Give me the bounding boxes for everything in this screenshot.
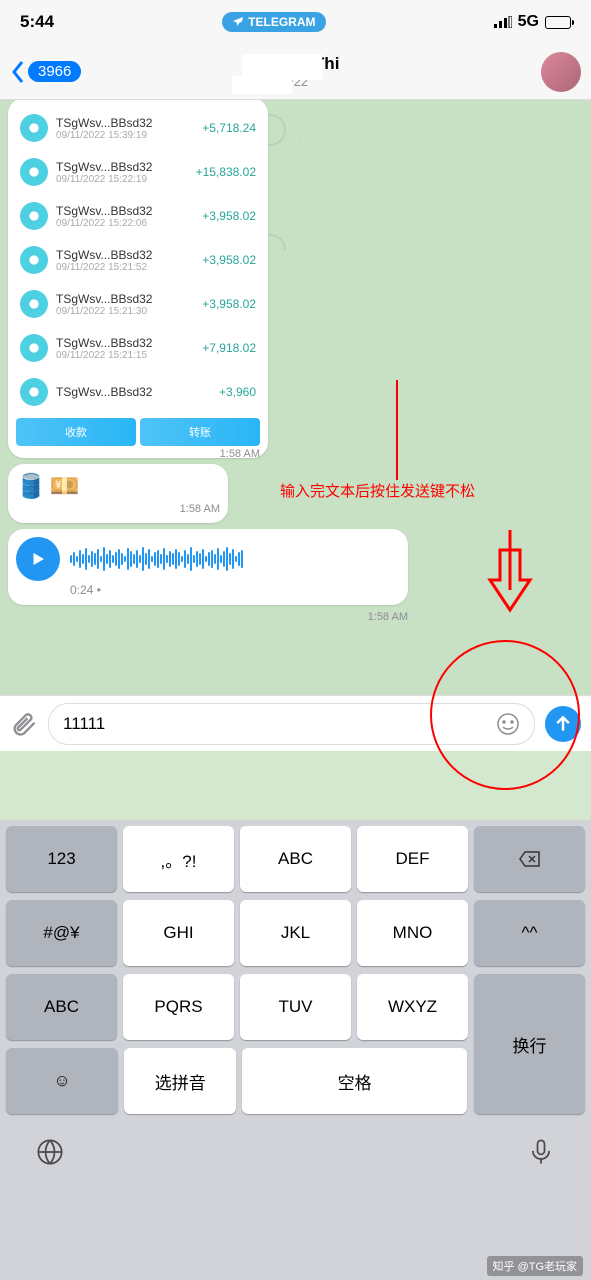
transaction-row[interactable]: TSgWsv...BBsd3209/11/2022 15:21:30+3,958… [16, 282, 260, 326]
status-bar: 5:44 TELEGRAM 5G [0, 0, 591, 44]
voice-message[interactable]: 0:24 • [8, 529, 408, 605]
app-pill: TELEGRAM [222, 12, 325, 32]
transaction-row[interactable]: TSgWsv...BBsd3209/11/2022 15:22:19+15,83… [16, 150, 260, 194]
attach-icon[interactable] [10, 710, 38, 738]
key-ghi[interactable]: GHI [123, 900, 234, 966]
key-space[interactable]: 空格 [242, 1048, 466, 1114]
signal: 5G [494, 13, 571, 31]
emoji-message[interactable]: 🛢️ 💴 1:58 AM [8, 464, 228, 523]
key-tuv[interactable]: TUV [240, 974, 351, 1040]
transaction-row[interactable]: TSgWsv...BBsd3209/11/2022 15:22:06+3,958… [16, 194, 260, 238]
key-wxyz[interactable]: WXYZ [357, 974, 468, 1040]
transaction-row[interactable]: TSgWsv...BBsd3209/11/2022 15:39:19+5,718… [16, 106, 260, 150]
key-pinyin[interactable]: 选拼音 [124, 1048, 236, 1114]
key-jkl[interactable]: JKL [240, 900, 351, 966]
keyboard: 123 ,。?! ABC DEF #@¥ GHI JKL MNO ^^ ABC … [0, 820, 591, 1280]
tx-icon [20, 202, 48, 230]
receive-button[interactable]: 收款 [16, 418, 136, 446]
send-button[interactable] [545, 706, 581, 742]
watermark: 知乎 @TG老玩家 [487, 1256, 584, 1276]
play-button[interactable] [16, 537, 60, 581]
tx-icon [20, 158, 48, 186]
tx-icon [20, 246, 48, 274]
key-caret[interactable]: ^^ [474, 900, 585, 966]
key-mno[interactable]: MNO [357, 900, 468, 966]
tx-icon [20, 290, 48, 318]
tx-icon [20, 334, 48, 362]
transaction-message[interactable]: TSgWsv...BBsd3209/11/2022 15:39:19+5,718… [8, 100, 268, 458]
transaction-row[interactable]: TSgWsv...BBsd3209/11/2022 15:21:15+7,918… [16, 326, 260, 370]
money-icon: 💴 [50, 472, 80, 501]
annotation-text: 输入完文本后按住发送键不松 [280, 480, 475, 501]
key-abc-mode[interactable]: ABC [6, 974, 117, 1040]
chat-area[interactable]: TSgWsv...BBsd3209/11/2022 15:39:19+5,718… [0, 100, 591, 695]
key-enter[interactable]: 换行 [474, 974, 585, 1114]
barrel-icon: 🛢️ [16, 472, 46, 501]
voice-duration: 0:24 • [70, 583, 400, 597]
back-button[interactable]: 3966 [10, 60, 81, 84]
waveform[interactable] [70, 541, 400, 577]
chat-title[interactable]: Trần Ái Thi 0/22 [252, 54, 340, 89]
key-123[interactable]: 123 [6, 826, 117, 892]
emoji-icon[interactable] [496, 712, 520, 736]
transfer-button[interactable]: 转账 [140, 418, 260, 446]
transaction-row[interactable]: TSgWsv...BBsd3209/11/2022 15:21:52+3,958… [16, 238, 260, 282]
key-symbols[interactable]: #@¥ [6, 900, 117, 966]
text-input[interactable] [63, 714, 496, 734]
unread-badge: 3966 [28, 61, 81, 82]
mic-icon[interactable] [527, 1138, 555, 1166]
key-pqrs[interactable]: PQRS [123, 974, 234, 1040]
avatar[interactable] [541, 52, 581, 92]
message-time: 1:58 AM [16, 448, 260, 458]
chat-header: 3966 Trần Ái Thi 0/22 [0, 44, 591, 100]
key-delete[interactable] [474, 826, 585, 892]
message-input[interactable] [48, 703, 535, 745]
clock: 5:44 [20, 12, 54, 32]
annotation-line [395, 380, 399, 480]
key-emoji[interactable]: ☺ [6, 1048, 118, 1114]
battery-icon [545, 16, 571, 29]
key-abc[interactable]: ABC [240, 826, 351, 892]
key-def[interactable]: DEF [357, 826, 468, 892]
globe-icon[interactable] [36, 1138, 64, 1166]
transaction-row[interactable]: TSgWsv...BBsd32+3,960 [16, 370, 260, 414]
input-bar [0, 695, 591, 751]
annotation-arrow [480, 530, 540, 620]
tx-icon [20, 378, 48, 406]
tx-icon [20, 114, 48, 142]
key-punct[interactable]: ,。?! [123, 826, 234, 892]
